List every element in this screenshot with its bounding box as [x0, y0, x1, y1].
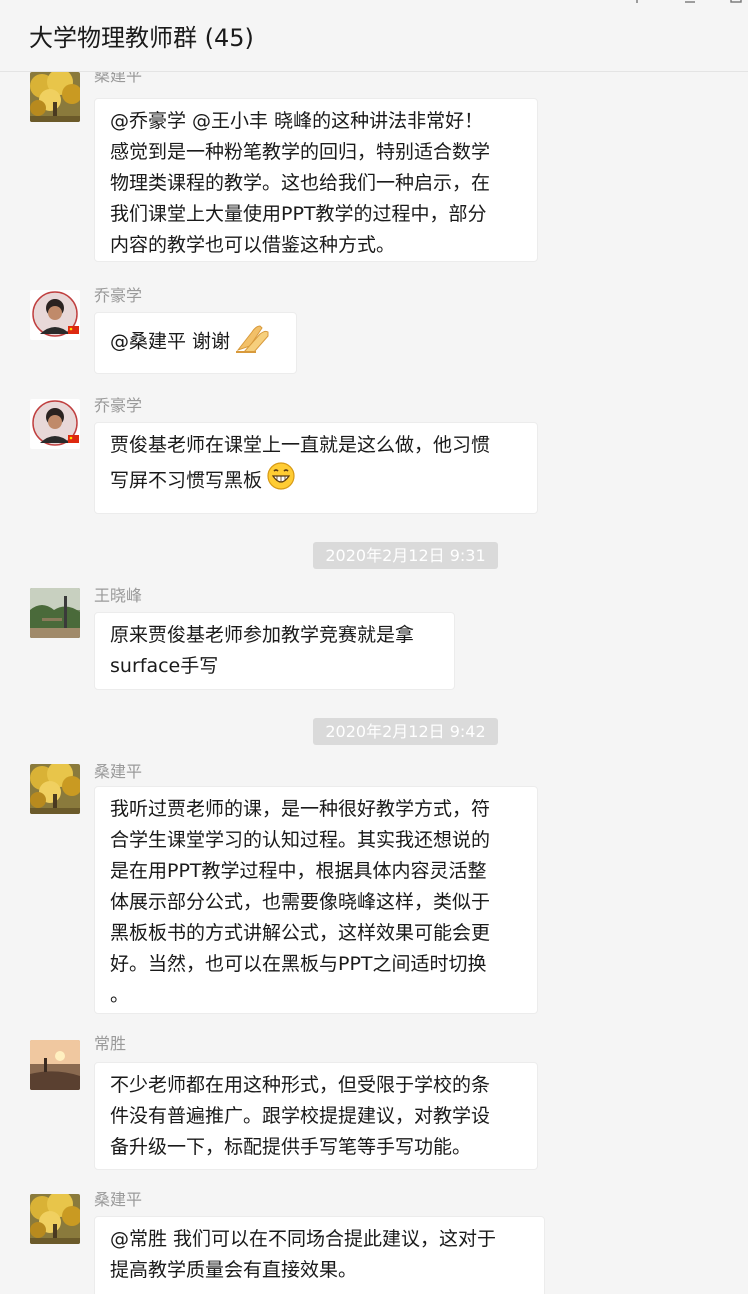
message-text-content: @桑建平 谢谢 [110, 330, 231, 353]
message-bubble[interactable]: 原来贾俊基老师参加教学竞赛就是拿 surface手写 [94, 612, 455, 690]
landscape-avatar[interactable] [30, 588, 80, 638]
sender-name: 桑建平 [94, 762, 143, 781]
ginkgo-tree-avatar[interactable] [30, 1194, 80, 1244]
sender-name: 桑建平 [94, 1190, 143, 1209]
portrait-flag-avatar[interactable] [30, 290, 80, 340]
pin-icon[interactable] [630, 0, 644, 9]
sender-name: 桑建平 [94, 72, 143, 85]
message-text: @桑建平 谢谢 [110, 320, 282, 364]
message-text: 贾俊基老师在课堂上一直就是这么做，他习惯 [110, 434, 491, 456]
message-text: 合学生课堂学习的认知过程。其实我还想说的 [110, 829, 491, 851]
message-text: 备升级一下，标配提供手写笔等手写功能。 [110, 1136, 472, 1158]
maximize-icon[interactable] [730, 0, 742, 9]
portrait-flag-avatar[interactable] [30, 399, 80, 449]
timestamp-divider: 2020年2月12日 9:31 [313, 542, 498, 569]
message-text: 原来贾俊基老师参加教学竞赛就是拿 [110, 624, 415, 646]
message-bubble[interactable]: 不少老师都在用这种形式，但受限于学校的条 件没有普遍推广。跟学校提提建议，对教学… [94, 1062, 538, 1170]
sender-name: 王晓峰 [94, 586, 143, 605]
ginkgo-tree-avatar[interactable] [30, 72, 80, 122]
message-text: 物理类课程的教学。这也给我们一种启示，在 [110, 172, 491, 194]
sender-name: 乔豪学 [94, 396, 143, 415]
message-text: 是在用PPT教学过程中，根据具体内容灵活整 [110, 860, 487, 882]
message-text: @常胜 我们可以在不同场合提此建议，这对于 [110, 1228, 497, 1250]
message-text: 体展示部分公式，也需要像晓峰这样，类似于 [110, 891, 491, 913]
sunset-lake-avatar[interactable] [30, 1040, 80, 1090]
chat-title: 大学物理教师群 (45) [29, 24, 254, 52]
message-text: 好。当然，也可以在黑板与PPT之间适时切换 [110, 953, 487, 975]
message-bubble[interactable]: @常胜 我们可以在不同场合提此建议，这对于 提高教学质量会有直接效果。 [94, 1216, 545, 1294]
message-text: 提高教学质量会有直接效果。 [110, 1259, 358, 1281]
message-text-content: 写屏不习惯写黑板 [110, 469, 263, 492]
sender-name: 乔豪学 [94, 286, 143, 305]
timestamp-divider: 2020年2月12日 9:42 [313, 718, 498, 745]
praying-hands-emoji [234, 320, 272, 364]
message-bubble[interactable]: 我听过贾老师的课，是一种很好教学方式，符 合学生课堂学习的认知过程。其实我还想说… [94, 786, 538, 1014]
message-text: @乔豪学 @王小丰 晓峰的这种讲法非常好！ [110, 110, 484, 132]
message-text: 。 [110, 984, 130, 1006]
message-bubble[interactable]: @桑建平 谢谢 [94, 312, 297, 374]
message-text: 内容的教学也可以借鉴这种方式。 [110, 234, 396, 256]
message-text: 黑板板书的方式讲解公式，这样效果可能会更 [110, 922, 491, 944]
minimize-icon[interactable] [684, 0, 696, 9]
message-text: 我听过贾老师的课，是一种很好教学方式，符 [110, 798, 491, 820]
message-text: 写屏不习惯写黑板 [110, 461, 523, 501]
sender-name: 常胜 [94, 1034, 127, 1053]
ginkgo-tree-avatar[interactable] [30, 764, 80, 814]
chat-header: 大学物理教师群 (45) [0, 0, 748, 72]
message-text: 件没有普遍推广。跟学校提提建议，对教学设 [110, 1105, 491, 1127]
message-text: surface手写 [110, 655, 219, 677]
window-controls [628, 0, 748, 8]
message-text: 不少老师都在用这种形式，但受限于学校的条 [110, 1074, 491, 1096]
grin-emoji [266, 461, 296, 501]
message-list[interactable]: 桑建平 @乔豪学 @王小丰 晓峰的这种讲法非常好！ 感觉到是一种粉笔教学的回归，… [0, 72, 748, 1294]
message-text: 感觉到是一种粉笔教学的回归，特别适合数学 [110, 141, 491, 163]
message-bubble[interactable]: 贾俊基老师在课堂上一直就是这么做，他习惯 写屏不习惯写黑板 [94, 422, 538, 514]
message-bubble[interactable]: @乔豪学 @王小丰 晓峰的这种讲法非常好！ 感觉到是一种粉笔教学的回归，特别适合… [94, 98, 538, 262]
message-text: 我们课堂上大量使用PPT教学的过程中，部分 [110, 203, 487, 225]
